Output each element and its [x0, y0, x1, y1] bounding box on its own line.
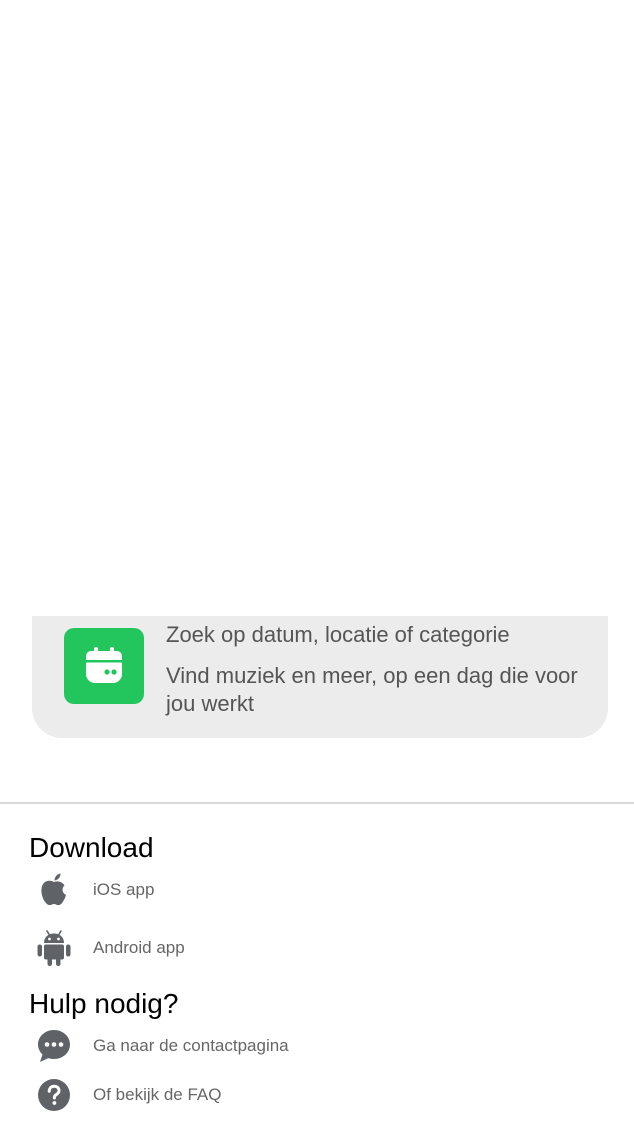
- chat-icon: [36, 1028, 72, 1064]
- contact-page-link[interactable]: Ga naar de contactpagina: [36, 1026, 289, 1066]
- contact-page-label: Ga naar de contactpagina: [93, 1036, 289, 1055]
- faq-label: Of bekijk de FAQ: [93, 1085, 222, 1104]
- apple-icon: [36, 872, 72, 908]
- footer-divider: [0, 802, 634, 804]
- page: Zoek op datum, locatie of categorie Vind…: [0, 0, 634, 1132]
- ios-app-link[interactable]: iOS app: [36, 870, 154, 910]
- android-icon: [36, 930, 72, 966]
- ios-app-label: iOS app: [93, 880, 155, 899]
- android-app-link[interactable]: Android app: [36, 928, 185, 968]
- download-heading: Download: [29, 832, 154, 863]
- feature-description: Vind muziek en meer, op een dag die voor…: [166, 663, 578, 716]
- feature-title: Zoek op datum, locatie of categorie: [166, 622, 510, 647]
- question-icon: [36, 1077, 72, 1113]
- android-app-label: Android app: [93, 938, 185, 957]
- faq-link[interactable]: Of bekijk de FAQ: [36, 1075, 222, 1115]
- calendar-icon: [86, 647, 122, 683]
- help-heading: Hulp nodig?: [29, 988, 179, 1019]
- feature-card: Zoek op datum, locatie of categorie Vind…: [32, 616, 608, 738]
- feature-icon-tile: [64, 628, 144, 704]
